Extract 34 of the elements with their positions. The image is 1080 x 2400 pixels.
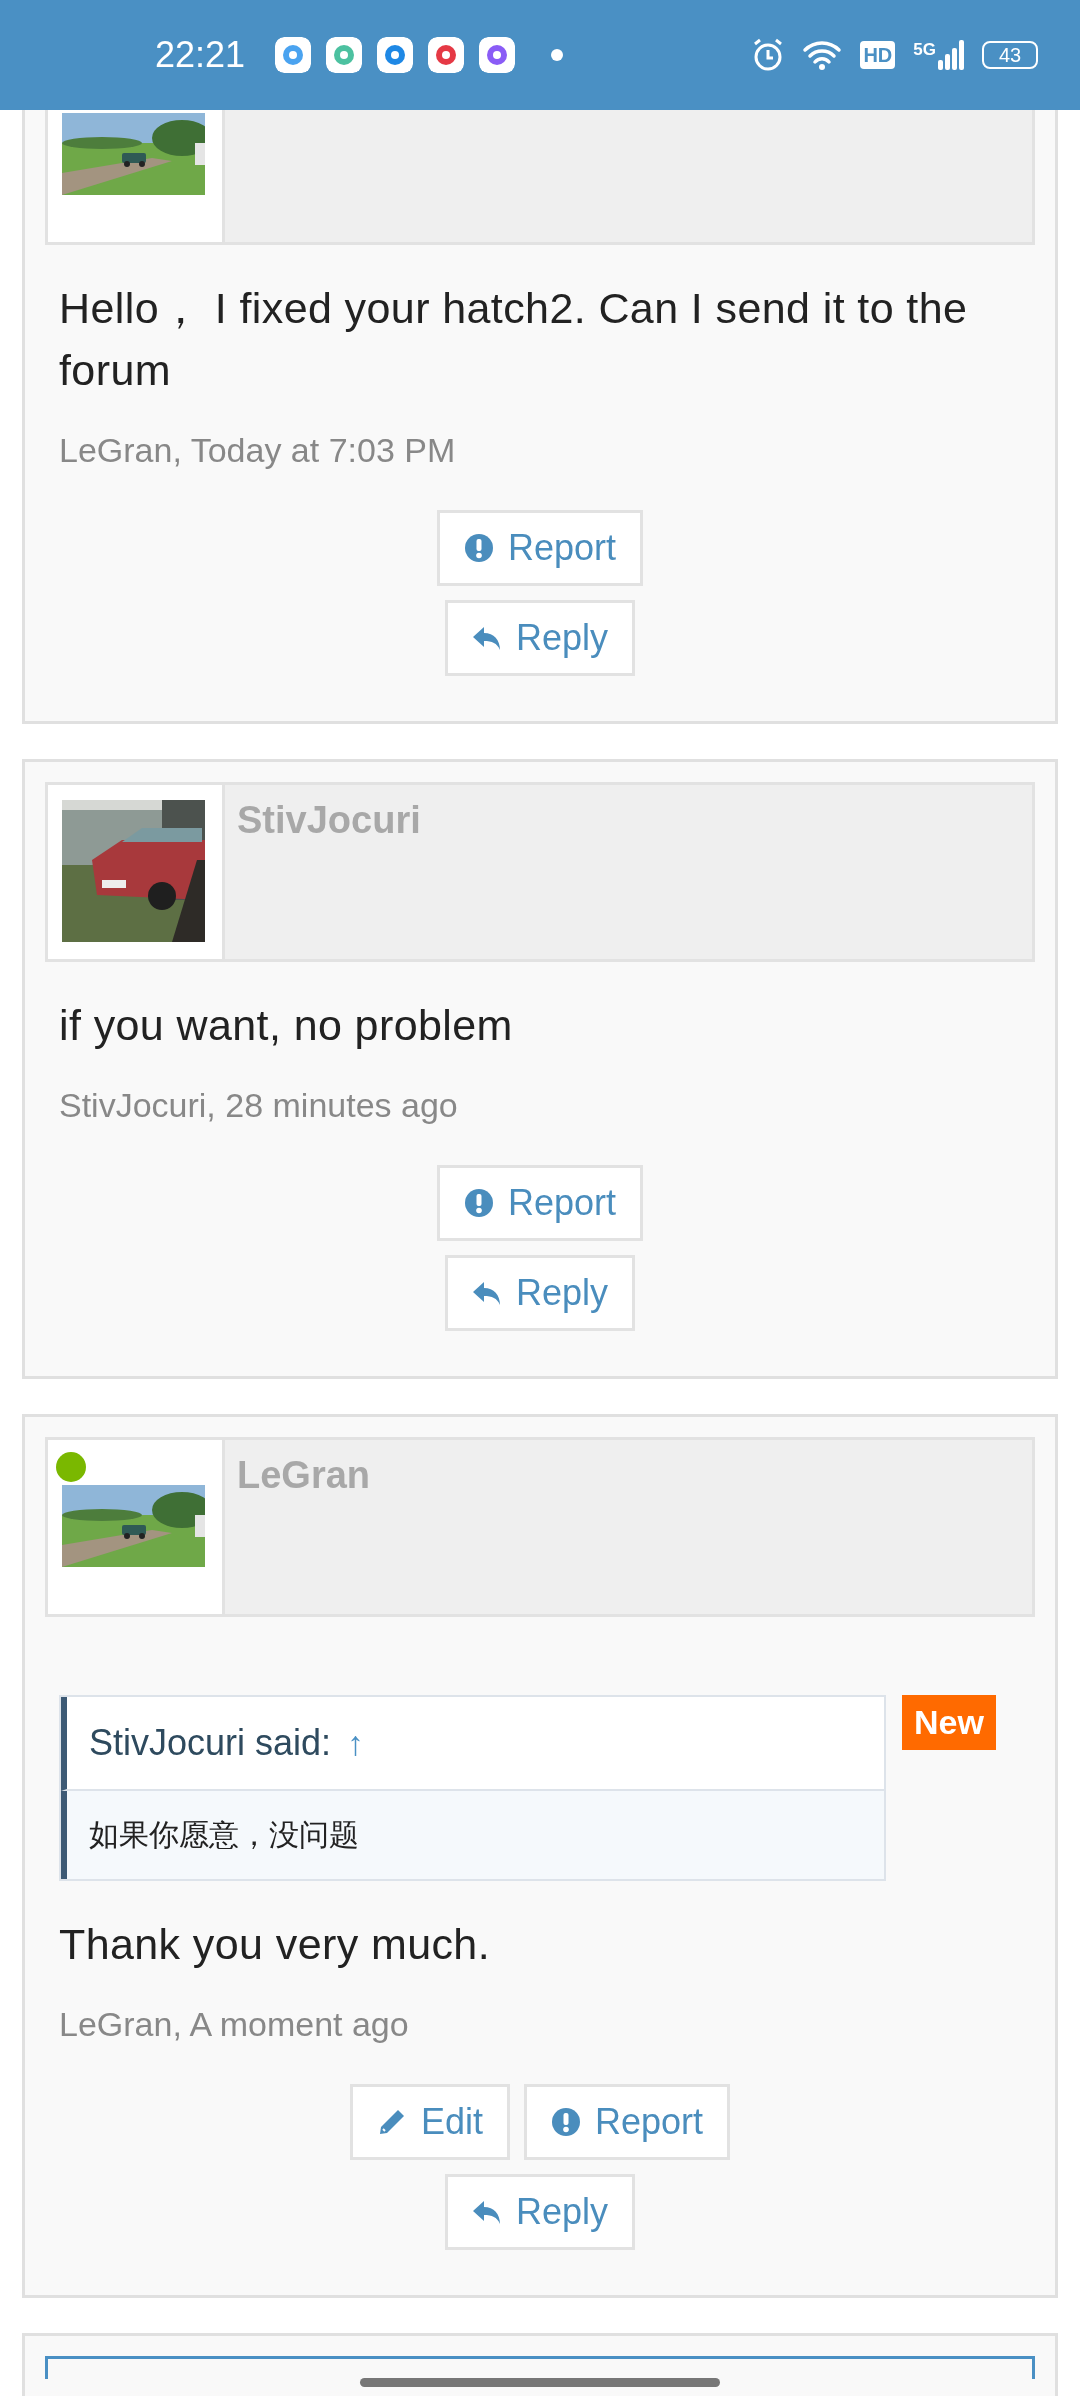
alarm-icon xyxy=(752,38,785,72)
quote-author: StivJocuri said: xyxy=(89,1722,332,1764)
reply-button[interactable]: Reply xyxy=(444,2174,635,2250)
exclamation-icon xyxy=(463,533,494,563)
reply-button[interactable]: Reply xyxy=(444,600,635,676)
reply-button[interactable]: Reply xyxy=(444,1255,635,1331)
exclamation-icon xyxy=(551,2107,581,2137)
app-notification-icon xyxy=(275,37,312,73)
report-button[interactable]: Report xyxy=(524,2084,731,2160)
new-badge: New xyxy=(902,1695,996,1750)
exclamation-icon xyxy=(463,1188,494,1218)
post-message: Thank you very much. xyxy=(59,1919,491,1970)
more-notifications-icon xyxy=(551,49,564,61)
app-notification-icon xyxy=(479,37,516,73)
wifi-icon xyxy=(802,39,843,71)
report-button[interactable]: Report xyxy=(436,1165,644,1241)
post-meta[interactable]: LeGran, A moment ago xyxy=(59,2005,1021,2044)
jump-to-post-link[interactable]: ↑ xyxy=(347,1723,365,1763)
post-meta[interactable]: StivJocuri, 28 minutes ago xyxy=(59,1086,1021,1125)
report-button[interactable]: Report xyxy=(436,510,644,586)
home-indicator[interactable] xyxy=(360,2378,720,2387)
battery-icon: 43 xyxy=(982,41,1038,69)
username[interactable]: LeGran xyxy=(225,1440,371,1614)
post-message: Hello， I fixed your hatch2. Can I send it to the forum xyxy=(59,283,969,396)
edit-button[interactable]: Edit xyxy=(349,2084,510,2160)
clock: 22:21 xyxy=(155,34,246,76)
app-notification-icon xyxy=(428,37,465,73)
hd-icon: HD xyxy=(860,41,896,69)
post-message: if you want, no problem xyxy=(59,1000,514,1051)
quote-text: 如果你愿意，没问题 xyxy=(89,1815,359,1854)
username[interactable]: StivJocuri xyxy=(225,785,421,959)
app-notification-icon xyxy=(377,37,414,73)
post-meta[interactable]: LeGran, Today at 7:03 PM xyxy=(59,431,1021,470)
app-notification-icon xyxy=(326,37,363,73)
